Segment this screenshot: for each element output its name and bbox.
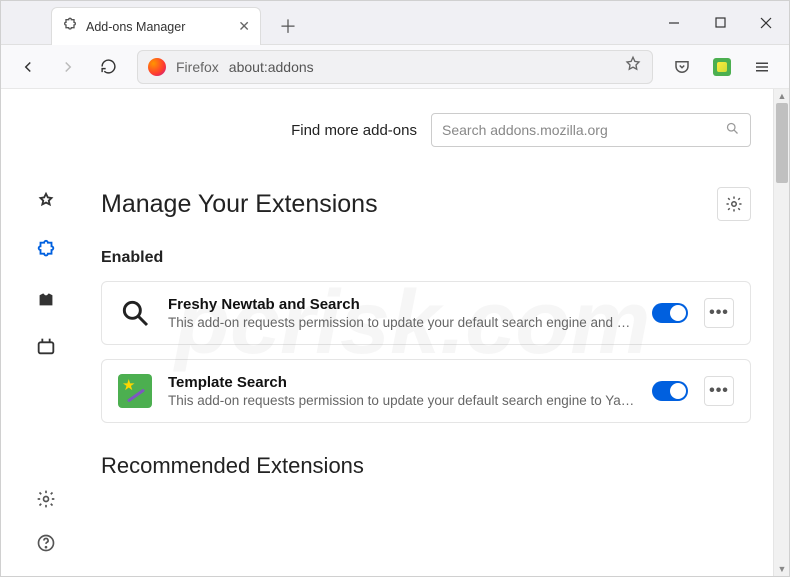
search-icon (725, 121, 740, 139)
forward-button[interactable] (51, 50, 85, 84)
pocket-button[interactable] (665, 50, 699, 84)
template-search-badge-icon (713, 58, 731, 76)
addons-page: Find more add-ons Search addons.mozilla.… (1, 89, 789, 576)
bookmark-star-icon[interactable] (624, 55, 642, 78)
tools-gear-button[interactable] (717, 187, 751, 221)
reload-button[interactable] (91, 50, 125, 84)
app-menu-button[interactable] (745, 50, 779, 84)
scroll-up-icon[interactable]: ▲ (774, 89, 789, 103)
extension-toolbar-icon[interactable] (705, 50, 739, 84)
magnifier-icon (118, 296, 152, 330)
extension-desc: This add-on requests permission to updat… (168, 393, 636, 408)
firefox-window: Add-ons Manager ✕ ＋ Firefox about:addons (0, 0, 790, 577)
sidebar-item-themes[interactable] (33, 285, 59, 311)
sidebar-settings[interactable] (33, 486, 59, 512)
extension-more-button[interactable]: ••• (704, 376, 734, 406)
extension-info: Template Search This add-on requests per… (168, 374, 636, 408)
page-header-row: Manage Your Extensions (101, 187, 751, 221)
search-addons-input[interactable]: Search addons.mozilla.org (431, 113, 751, 147)
page-title: Manage Your Extensions (101, 190, 717, 219)
section-heading-enabled: Enabled (101, 249, 751, 267)
tab-title: Add-ons Manager (86, 20, 185, 34)
window-close-button[interactable] (743, 5, 789, 41)
scrollbar-thumb[interactable] (776, 103, 788, 183)
sidebar-help[interactable] (33, 530, 59, 556)
puzzle-icon (62, 17, 78, 36)
extension-name: Template Search (168, 374, 636, 391)
section-heading-recommended: Recommended Extensions (101, 453, 751, 479)
scroll-down-icon[interactable]: ▼ (774, 562, 789, 576)
extension-card-freshy[interactable]: Freshy Newtab and Search This add-on req… (101, 281, 751, 345)
sidebar-item-plugins[interactable] (33, 333, 59, 359)
window-maximize-button[interactable] (697, 5, 743, 41)
extension-toggle[interactable] (652, 381, 688, 401)
extension-info: Freshy Newtab and Search This add-on req… (168, 296, 636, 330)
find-addons-row: Find more add-ons Search addons.mozilla.… (101, 113, 751, 147)
find-addons-label: Find more add-ons (291, 122, 417, 139)
extension-toggle[interactable] (652, 303, 688, 323)
extension-desc: This add-on requests permission to updat… (168, 315, 636, 330)
address-url: about:addons (229, 59, 314, 75)
tab-close-button[interactable]: ✕ (238, 18, 250, 35)
search-placeholder: Search addons.mozilla.org (442, 122, 725, 138)
firefox-logo-icon (148, 58, 166, 76)
sidebar-item-recommendations[interactable] (33, 189, 59, 215)
address-brand: Firefox (176, 59, 219, 75)
new-tab-button[interactable]: ＋ (271, 9, 305, 43)
tab-strip: Add-ons Manager ✕ ＋ (1, 1, 651, 45)
main-panel: Find more add-ons Search addons.mozilla.… (91, 89, 789, 576)
extension-name: Freshy Newtab and Search (168, 296, 636, 313)
category-sidebar (1, 89, 91, 576)
back-button[interactable] (11, 50, 45, 84)
address-bar[interactable]: Firefox about:addons (137, 50, 653, 84)
extension-card-template-search[interactable]: Template Search This add-on requests per… (101, 359, 751, 423)
window-controls (651, 1, 789, 44)
window-minimize-button[interactable] (651, 5, 697, 41)
template-search-icon (118, 374, 152, 408)
browser-toolbar: Firefox about:addons (1, 45, 789, 89)
extension-more-button[interactable]: ••• (704, 298, 734, 328)
window-titlebar: Add-ons Manager ✕ ＋ (1, 1, 789, 45)
vertical-scrollbar[interactable]: ▲ ▼ (773, 89, 789, 576)
browser-tab-addons[interactable]: Add-ons Manager ✕ (51, 7, 261, 45)
sidebar-item-extensions[interactable] (33, 237, 59, 263)
